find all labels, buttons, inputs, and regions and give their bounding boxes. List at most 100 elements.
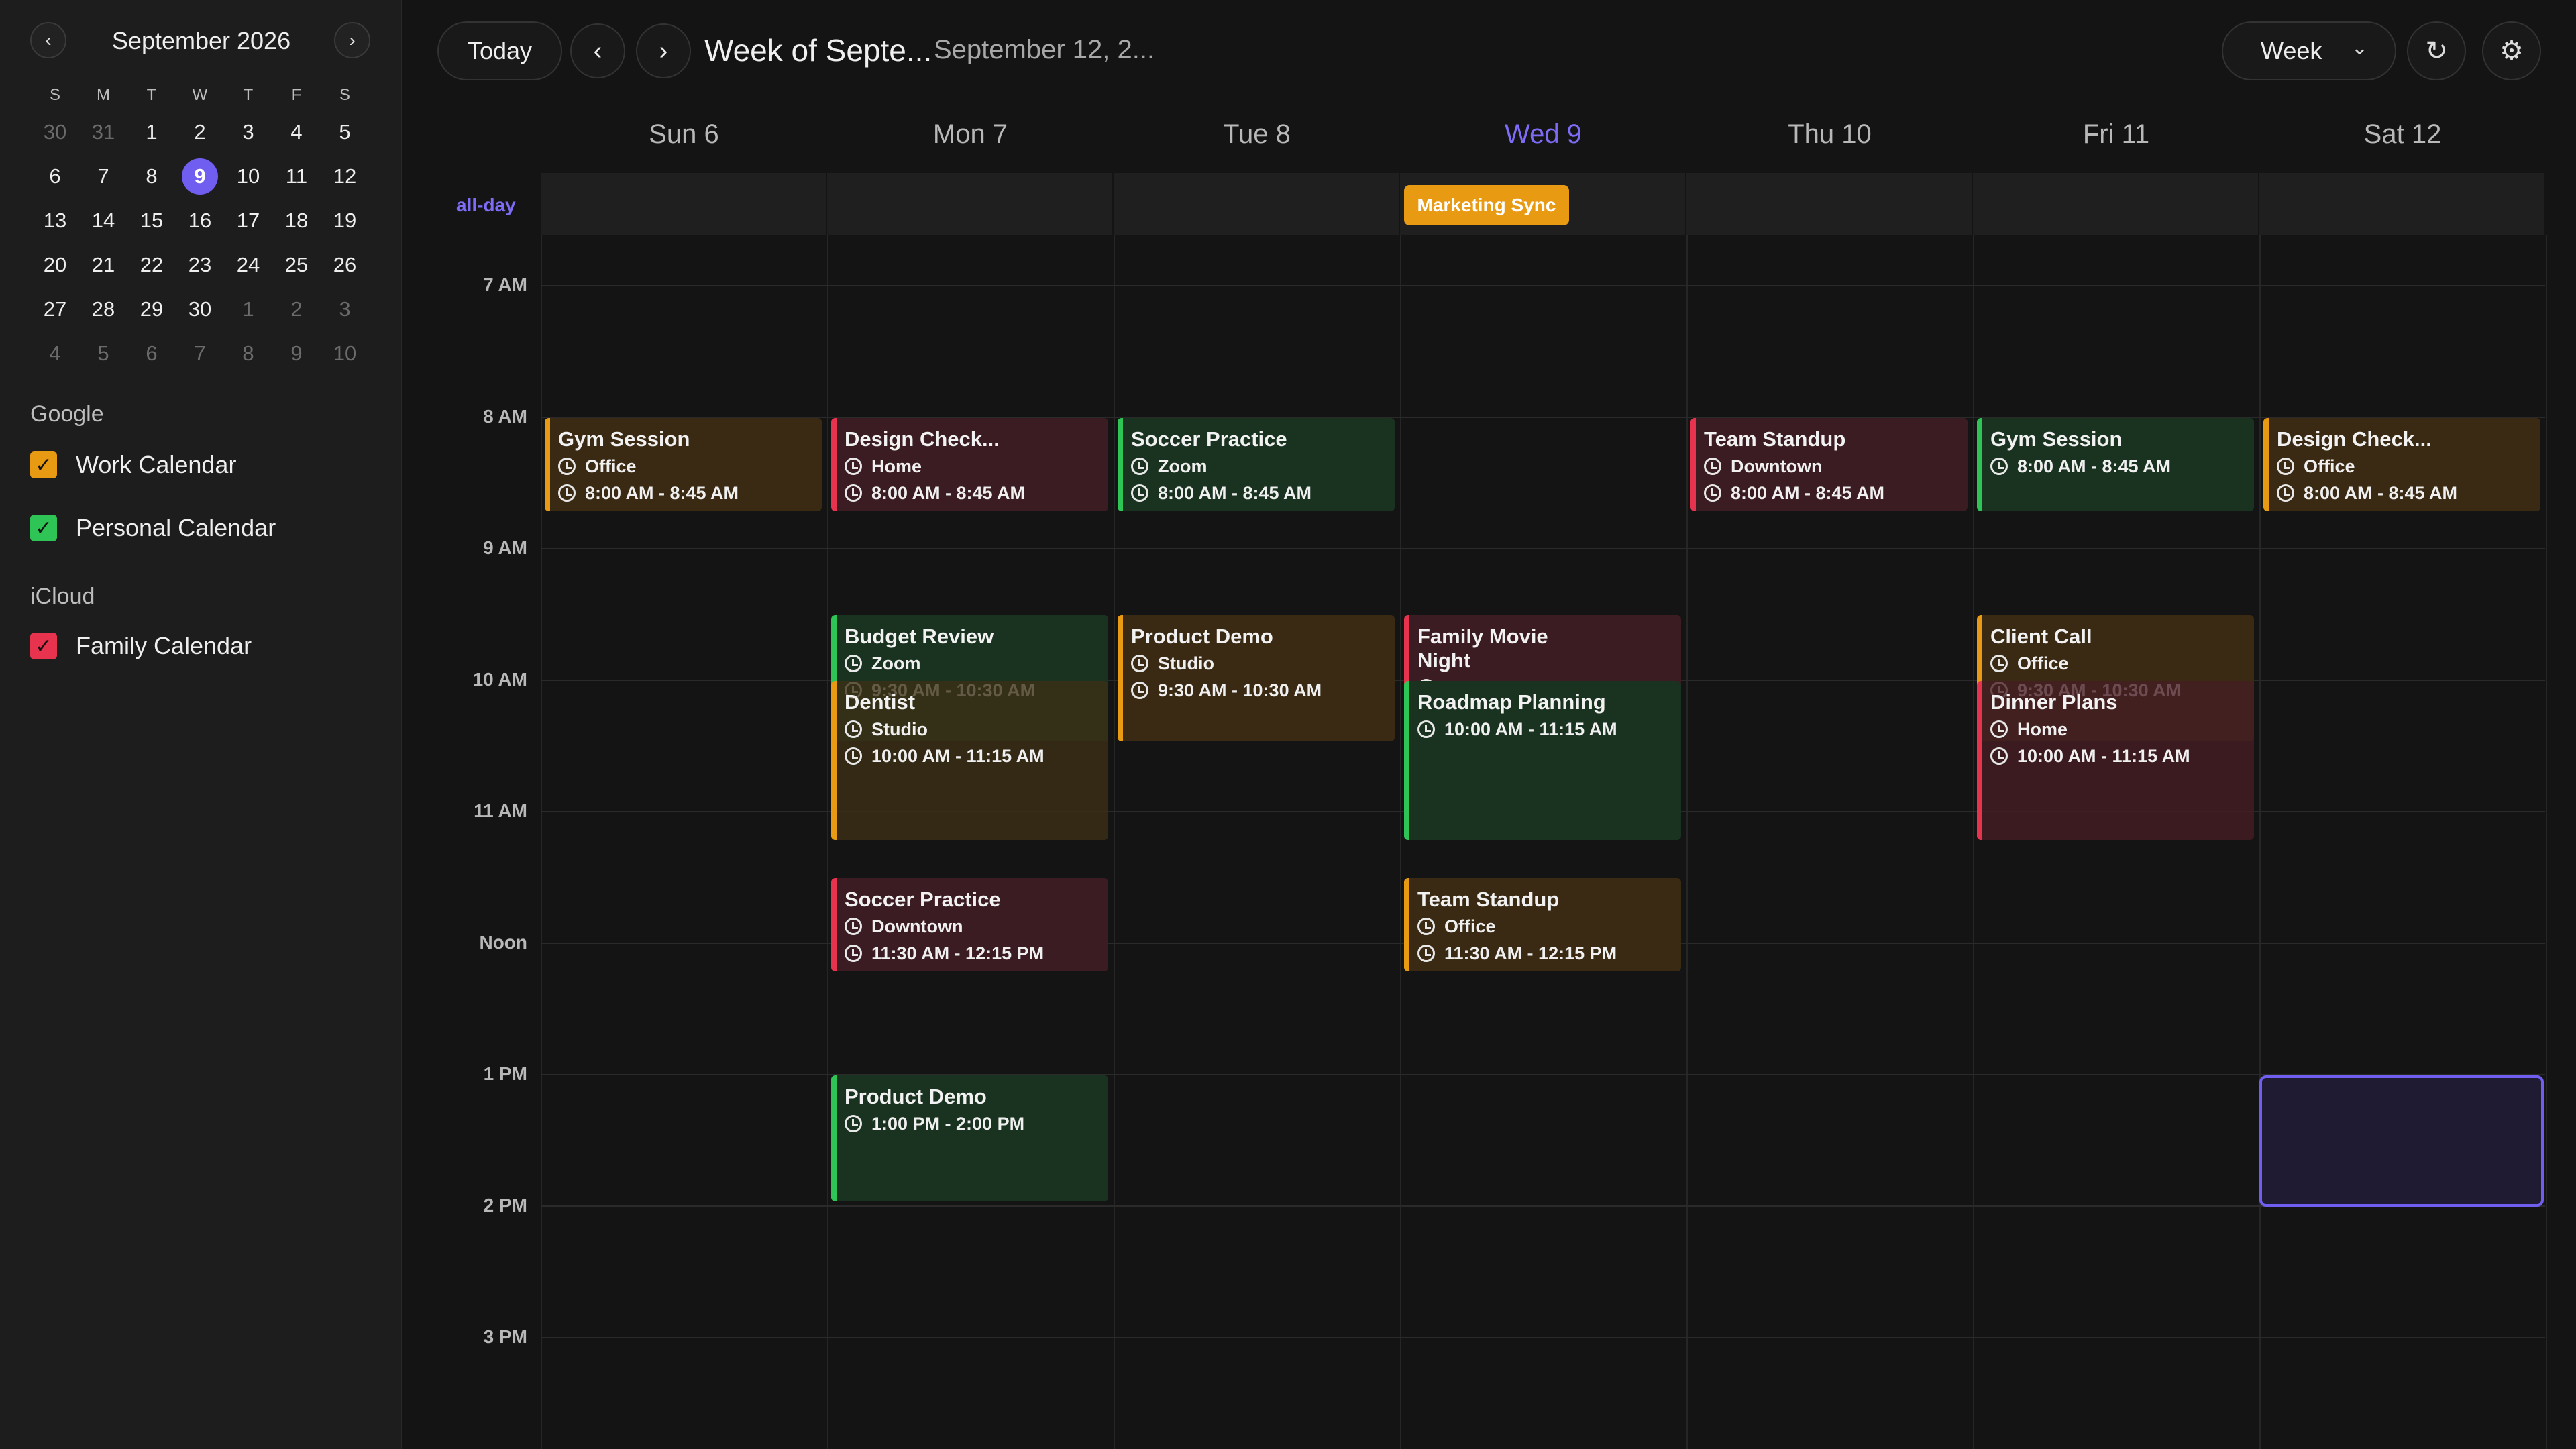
- mini-calendar-day[interactable]: 16: [182, 203, 218, 239]
- mini-calendar-day[interactable]: 19: [327, 203, 363, 239]
- calendar-event[interactable]: Dinner Plans Home 10:00 AM - 11:15 AM: [1977, 681, 2254, 840]
- mini-calendar-day[interactable]: 27: [37, 291, 73, 327]
- mini-calendar-day[interactable]: 3: [327, 291, 363, 327]
- calendar-toggle-family[interactable]: ✓ Family Calendar: [30, 629, 252, 663]
- event-time: 10:00 AM - 11:15 AM: [845, 744, 1108, 768]
- calendar-event[interactable]: Product Demo 1:00 PM - 2:00 PM: [831, 1075, 1108, 1201]
- mini-calendar-day[interactable]: 12: [327, 158, 363, 195]
- event-location: Office: [1990, 651, 2254, 676]
- mini-calendar-day[interactable]: 26: [327, 247, 363, 283]
- calendar-toggle-personal[interactable]: ✓ Personal Calendar: [30, 511, 276, 545]
- calendar-toggle-work[interactable]: ✓ Work Calendar: [30, 448, 236, 482]
- event-title: Gym Session: [1990, 427, 2123, 451]
- mini-calendar-day[interactable]: 18: [278, 203, 315, 239]
- allday-cell[interactable]: [1686, 173, 1973, 235]
- mini-calendar-day[interactable]: 7: [182, 335, 218, 372]
- mini-calendar-day[interactable]: 24: [230, 247, 266, 283]
- calendar-event[interactable]: Roadmap Planning 10:00 AM - 11:15 AM: [1404, 681, 1681, 840]
- calendar-event[interactable]: Soccer Practice Zoom 8:00 AM - 8:45 AM: [1118, 418, 1395, 511]
- day-header-tue[interactable]: Tue 8: [1114, 119, 1400, 150]
- mini-calendar-day[interactable]: 14: [85, 203, 121, 239]
- mini-calendar-day[interactable]: 1: [133, 114, 170, 150]
- mini-calendar-day[interactable]: 17: [230, 203, 266, 239]
- mini-calendar-day[interactable]: 10: [327, 335, 363, 372]
- calendar-event[interactable]: Product Demo Studio 9:30 AM - 10:30 AM: [1118, 615, 1395, 741]
- event-title: Design Check...: [2277, 427, 2432, 451]
- event-location: Home: [845, 454, 1108, 478]
- calendar-event[interactable]: Design Check... Office 8:00 AM - 8:45 AM: [2263, 418, 2540, 511]
- day-header-fri[interactable]: Fri 11: [1973, 119, 2259, 150]
- mini-calendar-day[interactable]: 3: [230, 114, 266, 150]
- mini-calendar-day[interactable]: 4: [278, 114, 315, 150]
- event-time-text: 10:00 AM - 11:15 AM: [871, 745, 1044, 766]
- checkbox-checked-icon[interactable]: ✓: [30, 515, 57, 541]
- checkbox-checked-icon[interactable]: ✓: [30, 451, 57, 478]
- mini-calendar-day[interactable]: 6: [37, 158, 73, 195]
- allday-cell[interactable]: [2259, 173, 2546, 235]
- event-title: Dinner Plans: [1990, 690, 2118, 714]
- day-header-sun[interactable]: Sun 6: [541, 119, 827, 150]
- event-location: Zoom: [1131, 454, 1395, 478]
- settings-button[interactable]: ⚙: [2482, 21, 2541, 80]
- allday-cell[interactable]: [827, 173, 1114, 235]
- next-week-button[interactable]: ›: [636, 23, 691, 78]
- mini-calendar-day[interactable]: 10: [230, 158, 266, 195]
- mini-calendar-next-button[interactable]: ›: [334, 22, 370, 58]
- day-header-wed[interactable]: Wed 9: [1400, 119, 1686, 150]
- mini-calendar-day[interactable]: 11: [278, 158, 315, 195]
- mini-calendar-day[interactable]: 5: [85, 335, 121, 372]
- mini-calendar-day[interactable]: 30: [37, 114, 73, 150]
- mini-calendar-day[interactable]: 15: [133, 203, 170, 239]
- allday-cell[interactable]: [541, 173, 827, 235]
- day-header-thu[interactable]: Thu 10: [1686, 119, 1973, 150]
- event-title: Gym Session: [558, 427, 690, 451]
- mini-calendar-day[interactable]: 7: [85, 158, 121, 195]
- today-button[interactable]: Today: [437, 21, 562, 80]
- time-selection[interactable]: [2259, 1075, 2544, 1207]
- gear-icon: ⚙: [2500, 36, 2524, 66]
- mini-calendar-day[interactable]: 6: [133, 335, 170, 372]
- day-header-sat[interactable]: Sat 12: [2259, 119, 2546, 150]
- mini-calendar-day[interactable]: 29: [133, 291, 170, 327]
- view-select[interactable]: Week ⌄: [2222, 21, 2396, 80]
- previous-week-button[interactable]: ‹: [570, 23, 625, 78]
- mini-calendar-day[interactable]: 8: [230, 335, 266, 372]
- mini-calendar-day[interactable]: 23: [182, 247, 218, 283]
- mini-calendar-day[interactable]: 30: [182, 291, 218, 327]
- event-time-text: 8:00 AM - 8:45 AM: [2304, 482, 2458, 503]
- mini-calendar-day[interactable]: 8: [133, 158, 170, 195]
- mini-calendar-today[interactable]: 9: [182, 158, 218, 195]
- calendar-event[interactable]: Team Standup Downtown 8:00 AM - 8:45 AM: [1690, 418, 1968, 511]
- mini-calendar-day[interactable]: 5: [327, 114, 363, 150]
- allday-event[interactable]: Marketing Sync: [1404, 185, 1569, 225]
- calendar-event[interactable]: Team Standup Office 11:30 AM - 12:15 PM: [1404, 878, 1681, 971]
- event-title: Design Check...: [845, 427, 1000, 451]
- mini-calendar-day[interactable]: 9: [278, 335, 315, 372]
- mini-calendar-day[interactable]: 28: [85, 291, 121, 327]
- mini-calendar-day[interactable]: 22: [133, 247, 170, 283]
- checkbox-checked-icon[interactable]: ✓: [30, 633, 57, 659]
- event-time: 10:00 AM - 11:15 AM: [1417, 717, 1681, 741]
- allday-cell[interactable]: [1973, 173, 2259, 235]
- allday-cell[interactable]: [1114, 173, 1400, 235]
- day-header-mon[interactable]: Mon 7: [827, 119, 1114, 150]
- mini-calendar-day[interactable]: 31: [85, 114, 121, 150]
- location-icon: [845, 918, 862, 935]
- calendar-event[interactable]: Soccer Practice Downtown 11:30 AM - 12:15 …: [831, 878, 1108, 971]
- mini-calendar-day[interactable]: 2: [278, 291, 315, 327]
- event-time-text: 8:00 AM - 8:45 AM: [871, 482, 1026, 503]
- weekday-label: S: [339, 86, 350, 104]
- mini-calendar-day[interactable]: 1: [230, 291, 266, 327]
- calendar-event[interactable]: Dentist Studio 10:00 AM - 11:15 AM: [831, 681, 1108, 840]
- event-title: Client Call: [1990, 625, 2092, 648]
- mini-calendar-day[interactable]: 13: [37, 203, 73, 239]
- mini-calendar-day[interactable]: 2: [182, 114, 218, 150]
- calendar-event[interactable]: Gym Session Office 8:00 AM - 8:45 AM: [545, 418, 822, 511]
- mini-calendar-day[interactable]: 4: [37, 335, 73, 372]
- refresh-button[interactable]: ↻: [2407, 21, 2466, 80]
- calendar-event[interactable]: Design Check... Home 8:00 AM - 8:45 AM: [831, 418, 1108, 511]
- mini-calendar-day[interactable]: 25: [278, 247, 315, 283]
- mini-calendar-day[interactable]: 20: [37, 247, 73, 283]
- calendar-event[interactable]: Gym Session 8:00 AM - 8:45 AM: [1977, 418, 2254, 511]
- mini-calendar-day[interactable]: 21: [85, 247, 121, 283]
